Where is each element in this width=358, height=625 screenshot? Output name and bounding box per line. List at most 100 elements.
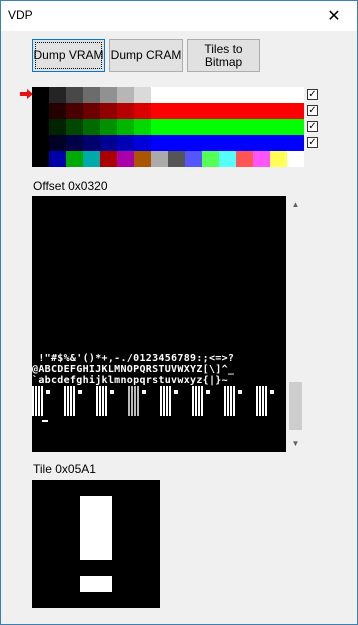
palette-swatch[interactable] xyxy=(168,87,185,103)
palette-swatch[interactable] xyxy=(100,103,117,119)
palette-swatch[interactable] xyxy=(219,87,236,103)
palette-swatch[interactable] xyxy=(253,103,270,119)
vram-scrollbar[interactable]: ▲ ▼ xyxy=(287,196,304,452)
palette-swatch[interactable] xyxy=(134,135,151,151)
vram-tile-view[interactable]: !"#$%&'()*+,-./0123456789:;<=>? @ABCDEFG… xyxy=(32,196,286,452)
palette-swatch[interactable] xyxy=(236,87,253,103)
palette-swatch[interactable] xyxy=(117,87,134,103)
palette-swatch[interactable] xyxy=(117,151,134,167)
palette-swatch[interactable] xyxy=(287,87,304,103)
palette-swatch[interactable] xyxy=(49,151,66,167)
palette-row-4[interactable] xyxy=(32,151,304,167)
vram-font-row-2: @ABCDEFGHIJKLMNOPQRSTUVWXYZ[\]^_ xyxy=(32,364,235,375)
palette-swatch[interactable] xyxy=(253,119,270,135)
palette-swatch[interactable] xyxy=(151,103,168,119)
palette-row-0-checkbox[interactable]: ✓ xyxy=(307,89,318,100)
palette-swatch[interactable] xyxy=(49,135,66,151)
palette-row-3-checkbox[interactable]: ✓ xyxy=(307,137,318,148)
palette-swatch[interactable] xyxy=(151,119,168,135)
palette-row-2-checkbox[interactable]: ✓ xyxy=(307,121,318,132)
scroll-down-button[interactable]: ▼ xyxy=(287,435,304,452)
palette-swatch[interactable] xyxy=(202,135,219,151)
palette-swatch[interactable] xyxy=(270,135,287,151)
cram-palette[interactable] xyxy=(32,87,304,167)
palette-swatch[interactable] xyxy=(117,119,134,135)
palette-swatch[interactable] xyxy=(202,87,219,103)
palette-swatch[interactable] xyxy=(236,135,253,151)
palette-swatch[interactable] xyxy=(287,119,304,135)
palette-swatch[interactable] xyxy=(151,135,168,151)
palette-swatch[interactable] xyxy=(100,119,117,135)
palette-swatch[interactable] xyxy=(270,119,287,135)
palette-swatch[interactable] xyxy=(270,103,287,119)
scroll-thumb[interactable] xyxy=(289,382,302,430)
palette-swatch[interactable] xyxy=(49,119,66,135)
palette-swatch[interactable] xyxy=(168,103,185,119)
palette-swatch[interactable] xyxy=(83,87,100,103)
palette-swatch[interactable] xyxy=(236,151,253,167)
palette-swatch[interactable] xyxy=(287,135,304,151)
palette-swatch[interactable] xyxy=(219,135,236,151)
palette-row-2[interactable] xyxy=(32,119,304,135)
palette-swatch[interactable] xyxy=(168,135,185,151)
palette-swatch[interactable] xyxy=(134,87,151,103)
palette-swatch[interactable] xyxy=(32,87,49,103)
palette-swatch[interactable] xyxy=(202,103,219,119)
palette-swatch[interactable] xyxy=(49,87,66,103)
palette-swatch[interactable] xyxy=(253,87,270,103)
palette-swatch[interactable] xyxy=(185,135,202,151)
palette-swatch[interactable] xyxy=(253,151,270,167)
palette-swatch[interactable] xyxy=(151,151,168,167)
palette-swatch[interactable] xyxy=(185,87,202,103)
palette-swatch[interactable] xyxy=(253,135,270,151)
palette-row-1[interactable] xyxy=(32,103,304,119)
palette-swatch[interactable] xyxy=(270,87,287,103)
palette-swatch[interactable] xyxy=(66,135,83,151)
palette-swatch[interactable] xyxy=(83,151,100,167)
palette-swatch[interactable] xyxy=(100,135,117,151)
palette-swatch[interactable] xyxy=(117,103,134,119)
palette-swatch[interactable] xyxy=(219,151,236,167)
palette-swatch[interactable] xyxy=(202,119,219,135)
palette-row-3[interactable] xyxy=(32,135,304,151)
palette-swatch[interactable] xyxy=(236,103,253,119)
palette-swatch[interactable] xyxy=(219,119,236,135)
palette-swatch[interactable] xyxy=(32,103,49,119)
palette-swatch[interactable] xyxy=(287,103,304,119)
palette-swatch[interactable] xyxy=(134,151,151,167)
tiles-to-bitmap-button[interactable]: Tiles to Bitmap xyxy=(187,39,260,72)
palette-swatch[interactable] xyxy=(287,151,304,167)
palette-swatch[interactable] xyxy=(134,119,151,135)
palette-swatch[interactable] xyxy=(236,119,253,135)
palette-swatch[interactable] xyxy=(100,87,117,103)
palette-swatch[interactable] xyxy=(151,87,168,103)
palette-swatch[interactable] xyxy=(134,103,151,119)
dump-cram-button[interactable]: Dump CRAM xyxy=(109,39,183,72)
dump-vram-button[interactable]: Dump VRAM xyxy=(32,39,105,72)
palette-swatch[interactable] xyxy=(83,119,100,135)
palette-row-0[interactable] xyxy=(32,87,304,103)
palette-swatch[interactable] xyxy=(32,151,49,167)
palette-swatch[interactable] xyxy=(219,103,236,119)
palette-swatch[interactable] xyxy=(49,103,66,119)
palette-swatch[interactable] xyxy=(66,119,83,135)
scroll-up-button[interactable]: ▲ xyxy=(287,196,304,213)
palette-swatch[interactable] xyxy=(168,119,185,135)
palette-swatch[interactable] xyxy=(185,151,202,167)
palette-swatch[interactable] xyxy=(185,103,202,119)
palette-swatch[interactable] xyxy=(100,151,117,167)
palette-swatch[interactable] xyxy=(32,119,49,135)
palette-swatch[interactable] xyxy=(83,103,100,119)
palette-swatch[interactable] xyxy=(66,151,83,167)
palette-swatch[interactable] xyxy=(185,119,202,135)
palette-row-1-checkbox[interactable]: ✓ xyxy=(307,105,318,116)
palette-swatch[interactable] xyxy=(117,135,134,151)
palette-swatch[interactable] xyxy=(66,103,83,119)
palette-swatch[interactable] xyxy=(83,135,100,151)
palette-swatch[interactable] xyxy=(202,151,219,167)
palette-swatch[interactable] xyxy=(168,151,185,167)
palette-swatch[interactable] xyxy=(270,151,287,167)
palette-swatch[interactable] xyxy=(32,135,49,151)
close-button[interactable]: ✕ xyxy=(311,1,357,31)
palette-swatch[interactable] xyxy=(66,87,83,103)
